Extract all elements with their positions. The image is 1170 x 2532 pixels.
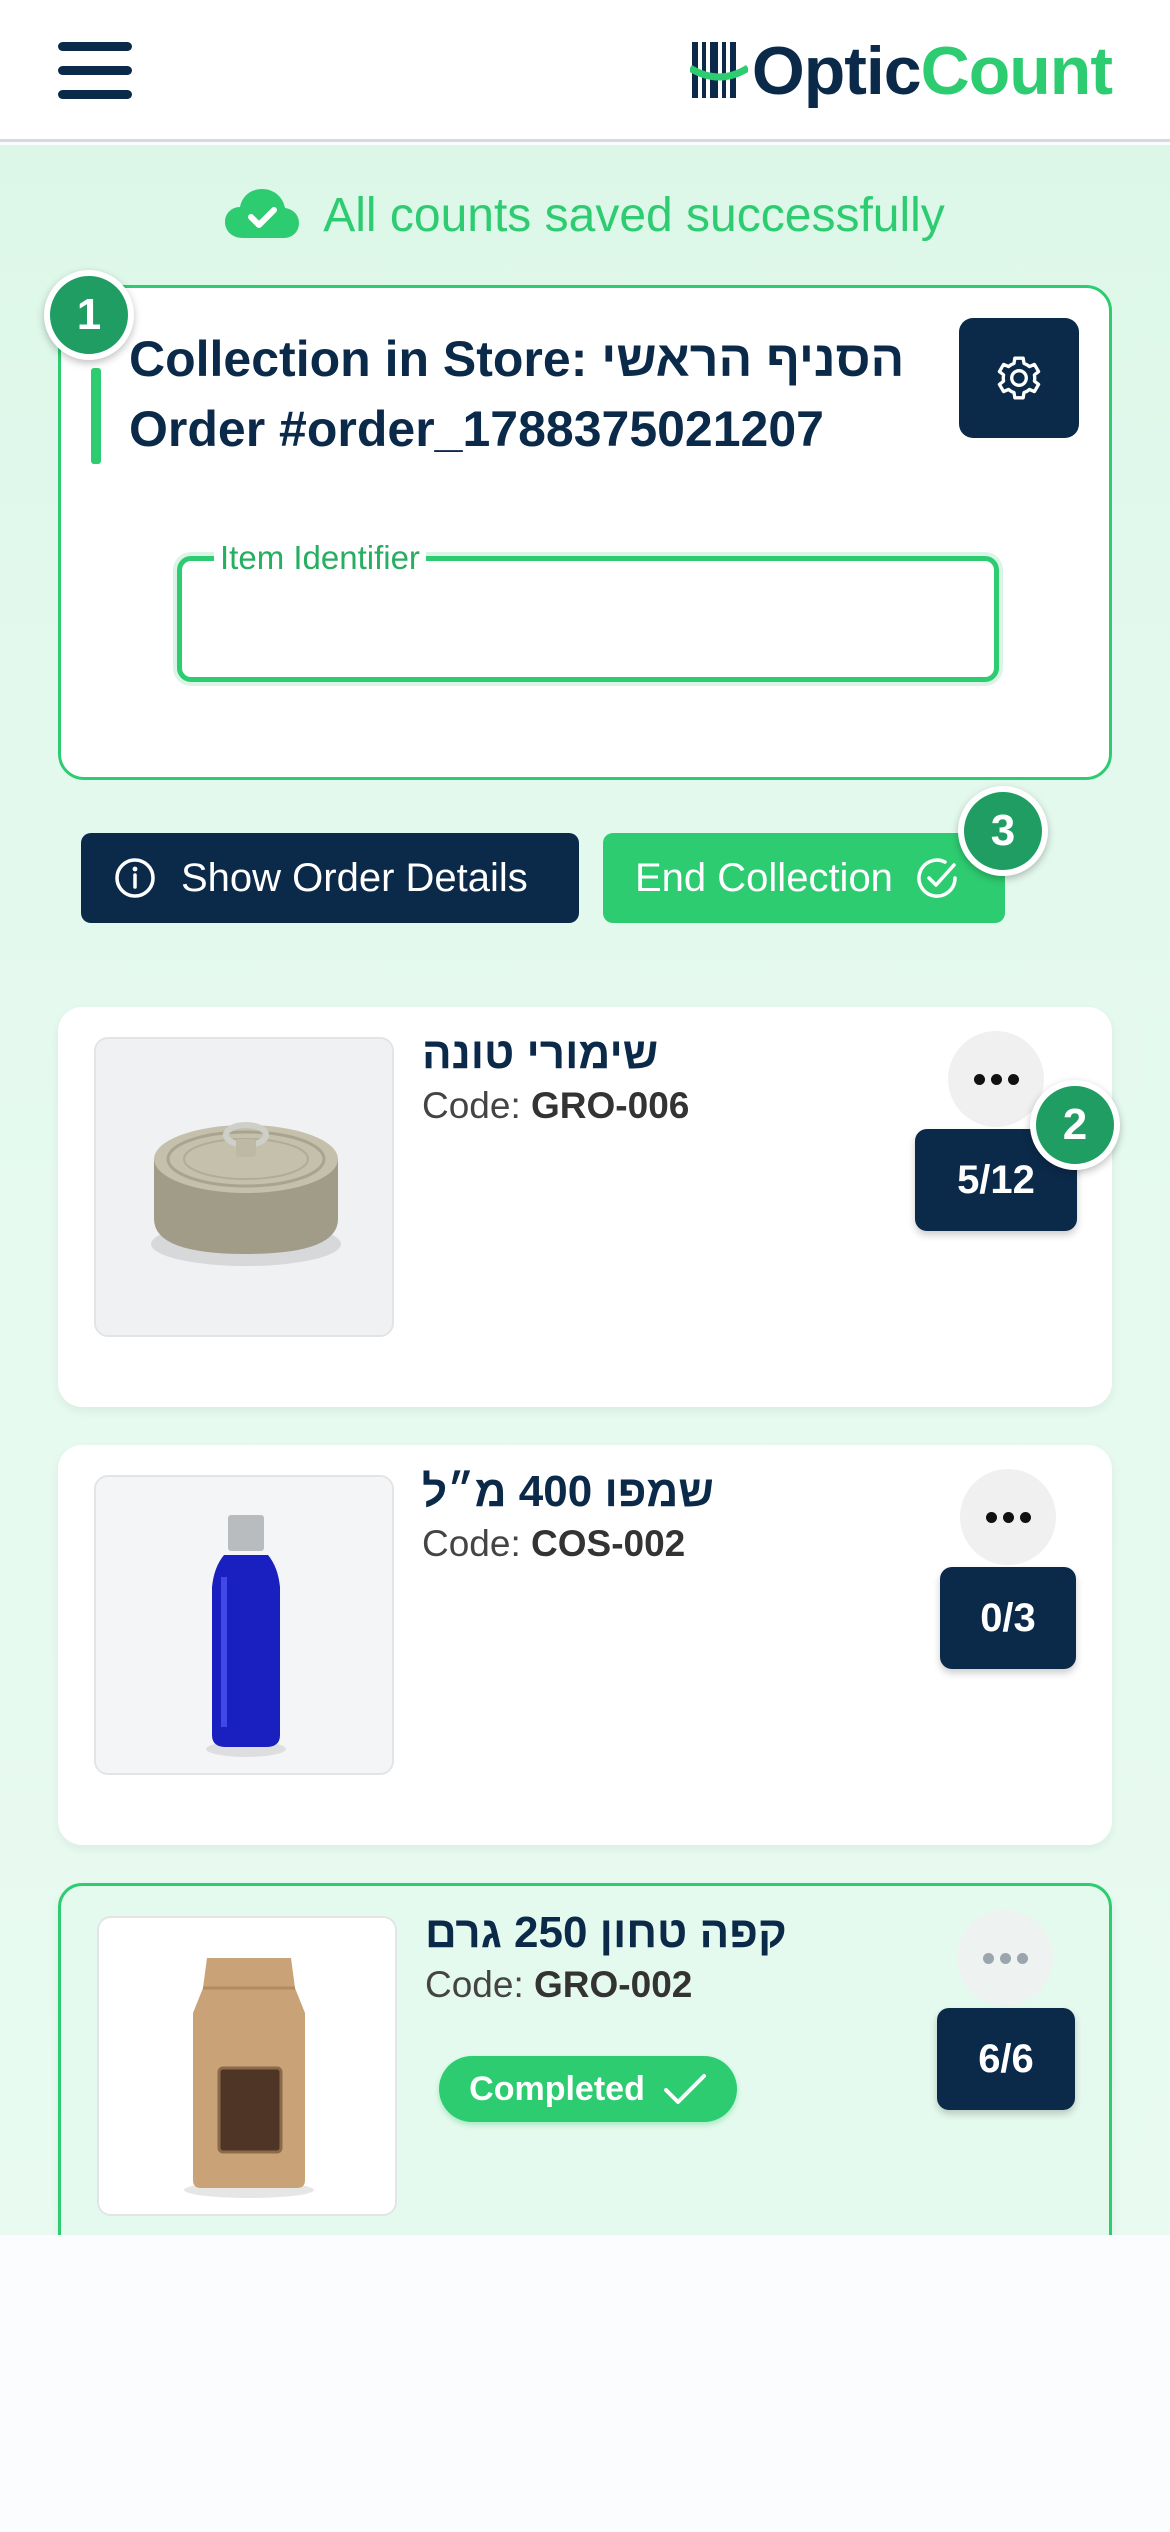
completed-status-badge: Completed	[439, 2056, 737, 2122]
logo-text-count: Count	[920, 33, 1113, 109]
collection-title: Collection in Store: הסניף הראשי Order #…	[129, 324, 989, 464]
more-dots-icon	[982, 1952, 994, 1964]
item-count-badge[interactable]: 0/3	[940, 1567, 1076, 1669]
item-name: קפה טחון 250 גרם	[425, 1908, 787, 1957]
item-code-value: COS-002	[531, 1523, 686, 1564]
end-collection-button[interactable]: End Collection	[603, 833, 1005, 923]
settings-button[interactable]	[959, 318, 1079, 438]
item-code: Code: GRO-006	[422, 1085, 690, 1126]
item-code: Code: GRO-002	[425, 1964, 693, 2005]
status-text: All counts saved successfully	[323, 188, 945, 242]
app-logo: Optic Count	[689, 26, 1113, 116]
item-code-value: GRO-002	[534, 1964, 693, 2005]
page-bottom-area	[0, 2235, 1170, 2532]
collection-order-title: Order #order_1788375021207	[129, 401, 824, 457]
collection-store-title: Collection in Store: הסניף הראשי	[129, 331, 905, 387]
item-identifier-field: Item Identifier	[177, 539, 999, 682]
app-header: Optic Count	[0, 0, 1170, 142]
info-icon	[115, 858, 155, 898]
product-image-tuna-can	[94, 1037, 394, 1337]
step-badge-1: 1	[44, 270, 134, 360]
save-status: All counts saved successfully	[0, 180, 1170, 250]
barcode-logo-icon	[689, 42, 748, 98]
item-count-badge[interactable]: 6/6	[937, 2008, 1075, 2110]
item-name: שמפו 400 מ״ל	[422, 1467, 714, 1516]
step-badge-2: 2	[1030, 1080, 1120, 1170]
checkmark-icon	[663, 2074, 706, 2104]
gear-icon	[997, 356, 1041, 400]
more-options-button[interactable]	[960, 1469, 1056, 1565]
title-accent-bar	[91, 368, 101, 464]
more-dots-icon	[985, 1511, 997, 1523]
item-code-value: GRO-006	[531, 1085, 690, 1126]
item-name: שימורי טונה	[422, 1029, 659, 1078]
show-order-details-label: Show Order Details	[181, 855, 528, 900]
cloud-check-icon	[225, 189, 300, 238]
more-dots-icon	[973, 1073, 985, 1085]
hamburger-menu-icon[interactable]	[58, 40, 132, 100]
product-image-shampoo-bottle	[94, 1475, 394, 1775]
end-collection-label: End Collection	[635, 855, 893, 900]
more-options-button[interactable]	[948, 1031, 1044, 1127]
check-circle-icon	[917, 858, 957, 898]
show-order-details-button[interactable]: Show Order Details	[81, 833, 579, 923]
logo-text-optic: Optic	[751, 33, 922, 109]
item-code: Code: COS-002	[422, 1523, 686, 1564]
collection-card: Collection in Store: הסניף הראשי Order #…	[58, 285, 1112, 780]
step-badge-3: 3	[958, 786, 1048, 876]
more-options-button[interactable]	[957, 1910, 1053, 2006]
item-card-tuna[interactable]: שימורי טונה Code: GRO-006 5/12	[58, 1007, 1112, 1407]
item-card-shampoo[interactable]: שמפו 400 מ״ל Code: COS-002 0/3	[58, 1445, 1112, 1845]
completed-label: Completed	[469, 2069, 645, 2108]
product-image-coffee-bag	[97, 1916, 397, 2216]
item-identifier-input[interactable]	[182, 561, 994, 677]
